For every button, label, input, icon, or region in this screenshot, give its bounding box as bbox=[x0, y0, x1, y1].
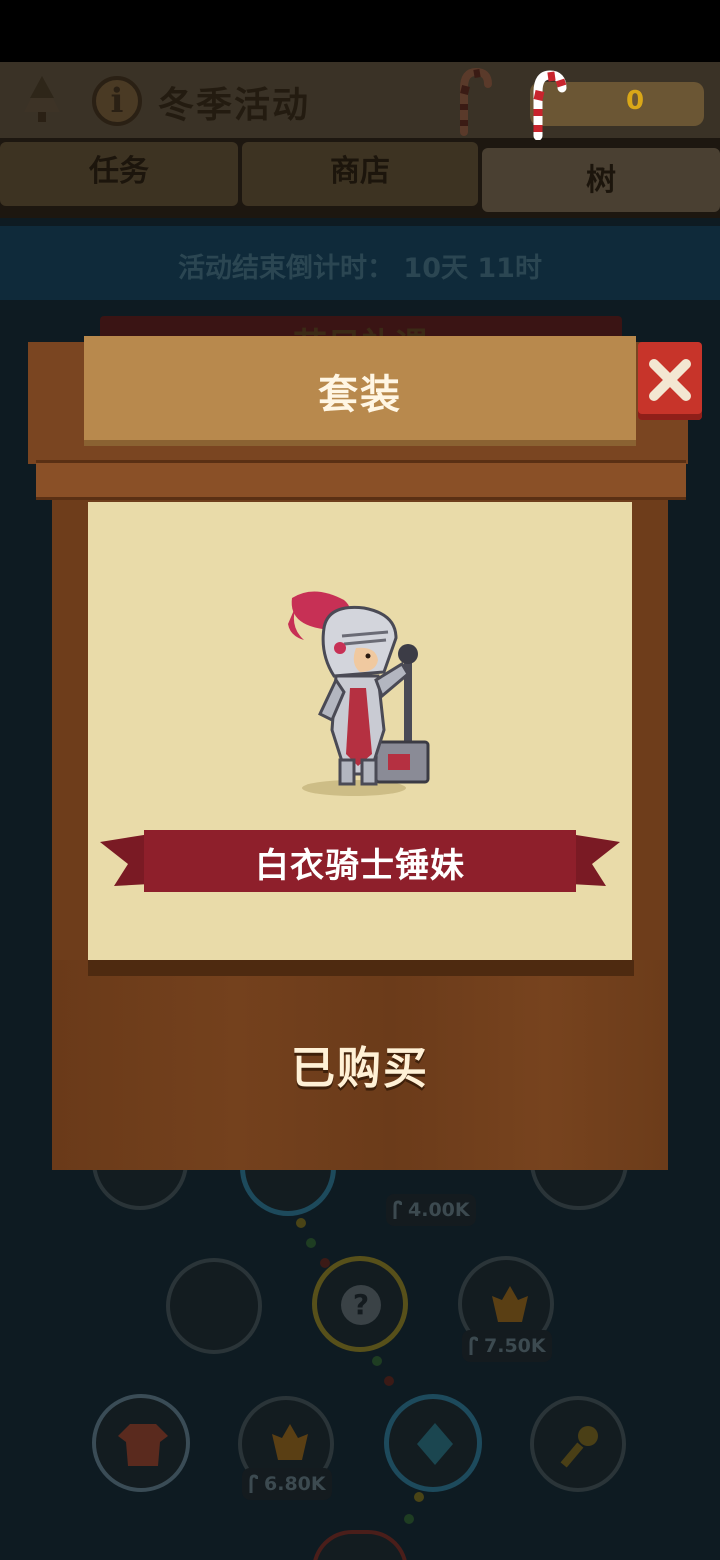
close-button[interactable] bbox=[638, 342, 702, 420]
item-card-shadow bbox=[88, 960, 634, 976]
item-name: 白衣骑士锤妹 bbox=[255, 846, 465, 886]
modal-header-plank-edge bbox=[36, 460, 686, 500]
purchase-status: 已购买 bbox=[291, 1043, 429, 1094]
close-icon bbox=[649, 359, 691, 401]
candy-cane-currency-icon bbox=[533, 70, 567, 140]
modal-title: 套装 bbox=[318, 372, 402, 418]
white-knight-character-image bbox=[288, 591, 430, 796]
